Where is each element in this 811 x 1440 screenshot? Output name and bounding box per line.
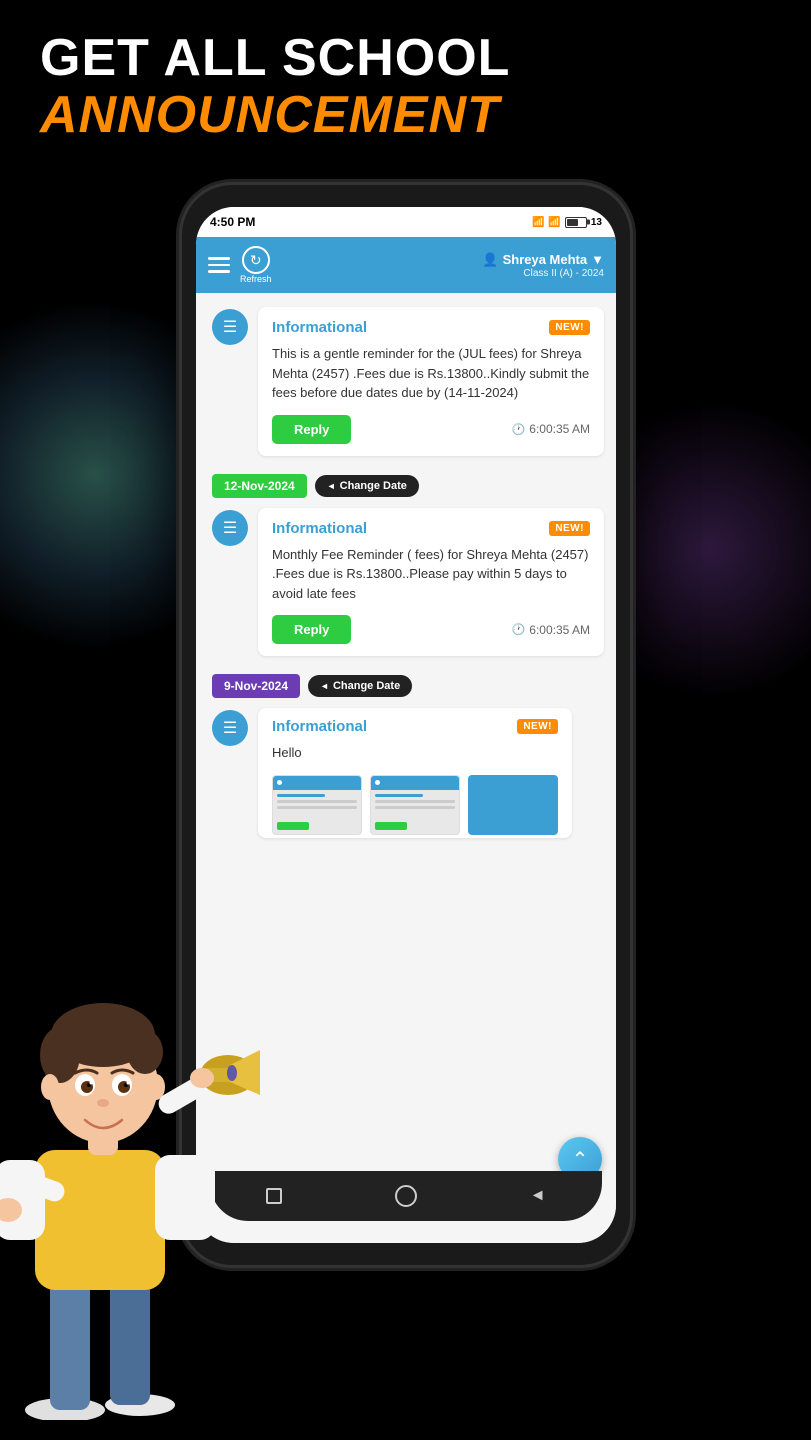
refresh-label: Refresh (240, 274, 272, 284)
battery-level: 13 (591, 217, 602, 228)
announcement-icon-3: ☰ (212, 710, 248, 746)
card-header-1: Informational NEW! (272, 319, 590, 336)
refresh-icon: ↻ (250, 253, 262, 267)
new-badge-2: NEW! (549, 521, 590, 536)
card-footer-2: Reply 🕐 6:00:35 AM (272, 615, 590, 644)
header-line2: ANNOUNCEMENT (40, 87, 771, 144)
card-message-2: Monthly Fee Reminder ( fees) for Shreya … (272, 545, 590, 604)
card-message-3: Hello (272, 743, 558, 763)
card-header-3: Informational NEW! (272, 718, 558, 735)
change-date-button-3[interactable]: Change Date (308, 675, 412, 697)
attachment-thumb-2[interactable] (370, 775, 460, 835)
hamburger-menu[interactable] (208, 257, 230, 273)
chevron-up-icon: ⌃ (572, 1147, 589, 1172)
card-message-1: This is a gentle reminder for the (JUL f… (272, 344, 590, 403)
scroll-content[interactable]: ☰ Informational NEW! This is a gentle re… (196, 293, 616, 1243)
new-badge-3: NEW! (517, 719, 558, 734)
date-row-2: 12-Nov-2024 Change Date (196, 466, 616, 504)
change-date-button-2[interactable]: Change Date (315, 475, 419, 497)
list-item: ☰ Informational NEW! Monthly Fee Reminde… (196, 504, 616, 667)
card-type-1: Informational (272, 319, 367, 336)
time-text-1: 6:00:35 AM (529, 422, 590, 436)
clock-icon-1: 🕐 (512, 423, 526, 436)
card-type-2: Informational (272, 520, 367, 537)
new-badge-1: NEW! (549, 320, 590, 335)
header-section: GET ALL SCHOOL ANNOUNCEMENT (40, 30, 771, 144)
card-type-3: Informational (272, 718, 367, 735)
wifi-icon: 📶 (548, 217, 560, 228)
home-button[interactable] (395, 1185, 417, 1207)
phone-bottom-bar: ◄ (210, 1171, 602, 1221)
dropdown-arrow: ▼ (591, 252, 604, 267)
refresh-button[interactable]: ↻ Refresh (240, 246, 272, 284)
attachment-thumb-1[interactable] (272, 775, 362, 835)
date-badge-3: 9-Nov-2024 (212, 674, 300, 698)
thumbnail-row (272, 775, 558, 835)
announcement-card-2: Informational NEW! Monthly Fee Reminder … (258, 508, 604, 657)
date-row-3: 9-Nov-2024 Change Date (196, 666, 616, 704)
timestamp-2: 🕐 6:00:35 AM (512, 623, 590, 637)
list-item: ☰ Informational NEW! This is a gentle re… (196, 303, 616, 466)
recent-apps-button[interactable] (266, 1188, 282, 1204)
user-name: Shreya Mehta (503, 252, 588, 267)
user-info[interactable]: 👤 Shreya Mehta ▼ Class II (A) - 2024 (482, 252, 604, 279)
card-footer-1: Reply 🕐 6:00:35 AM (272, 415, 590, 444)
clock-icon-2: 🕐 (512, 623, 526, 636)
announcement-card-1: Informational NEW! This is a gentle remi… (258, 307, 604, 456)
card-header-2: Informational NEW! (272, 520, 590, 537)
sim-icon: 📶 (532, 217, 544, 228)
announcement-card-3: Informational NEW! Hello (258, 708, 572, 838)
time-text-2: 6:00:35 AM (529, 623, 590, 637)
status-bar: 4:50 PM 📶 📶 13 (196, 207, 616, 237)
announcement-icon: ☰ (212, 309, 248, 345)
app-header: ↻ Refresh 👤 Shreya Mehta ▼ Class II (A) … (196, 237, 616, 293)
phone-screen: 4:50 PM 📶 📶 13 ↻ (196, 207, 616, 1243)
status-icons: 📶 📶 13 (532, 217, 602, 228)
header-line1: GET ALL SCHOOL (40, 30, 771, 87)
back-button[interactable]: ◄ (530, 1187, 546, 1205)
status-time: 4:50 PM (210, 215, 255, 229)
list-item: ☰ Informational NEW! Hello (196, 704, 616, 848)
date-badge-2: 12-Nov-2024 (212, 474, 307, 498)
attachment-thumb-3[interactable] (468, 775, 558, 835)
timestamp-1: 🕐 6:00:35 AM (512, 422, 590, 436)
user-icon: 👤 (482, 252, 498, 268)
reply-button-2[interactable]: Reply (272, 615, 351, 644)
announcement-icon-2: ☰ (212, 510, 248, 546)
battery-icon (565, 217, 587, 228)
reply-button-1[interactable]: Reply (272, 415, 351, 444)
user-class: Class II (A) - 2024 (523, 268, 604, 279)
user-name-row: 👤 Shreya Mehta ▼ (482, 252, 604, 268)
battery-fill (567, 219, 578, 226)
phone-frame: 4:50 PM 📶 📶 13 ↻ (182, 185, 630, 1265)
